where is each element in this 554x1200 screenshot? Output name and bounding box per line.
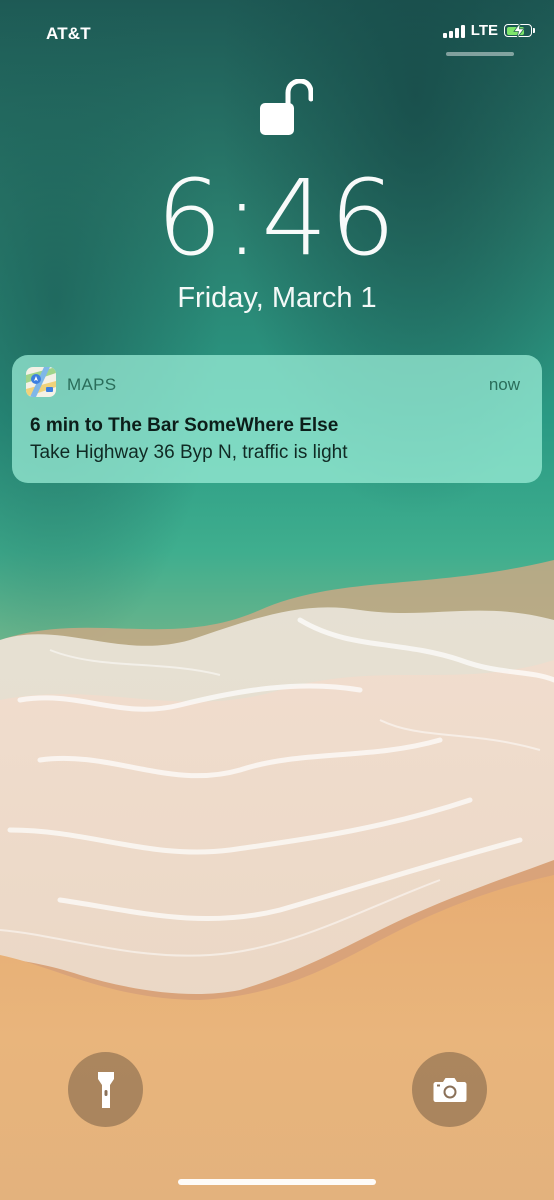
- notification-title: 6 min to The Bar SomeWhere Else: [30, 415, 339, 436]
- camera-icon: [433, 1077, 466, 1102]
- carrier-label: AT&T: [46, 24, 91, 43]
- battery-icon: [504, 23, 535, 38]
- lock-screen-time: 6:46: [156, 157, 398, 279]
- flashlight-button[interactable]: [68, 1052, 143, 1127]
- notification-app-name: MAPS: [67, 375, 117, 394]
- maps-notification[interactable]: MAPS now 6 min to The Bar SomeWhere Else…: [12, 355, 542, 483]
- network-type-label: LTE: [470, 22, 498, 39]
- unlocked-padlock-icon: [260, 79, 313, 135]
- home-indicator[interactable]: [178, 1179, 376, 1185]
- flashlight-icon: [97, 1071, 114, 1108]
- status-indicators: LTE: [442, 22, 535, 39]
- camera-button[interactable]: [412, 1052, 487, 1127]
- maps-app-icon: [26, 367, 56, 397]
- lock-screen-date: Friday, March 1: [177, 282, 377, 314]
- cellular-signal-icon: [442, 24, 465, 38]
- notification-time: now: [488, 375, 520, 394]
- charging-bolt-icon: [513, 23, 525, 38]
- notification-body: Take Highway 36 Byp N, traffic is light: [30, 442, 348, 463]
- control-center-indicator[interactable]: [446, 52, 514, 56]
